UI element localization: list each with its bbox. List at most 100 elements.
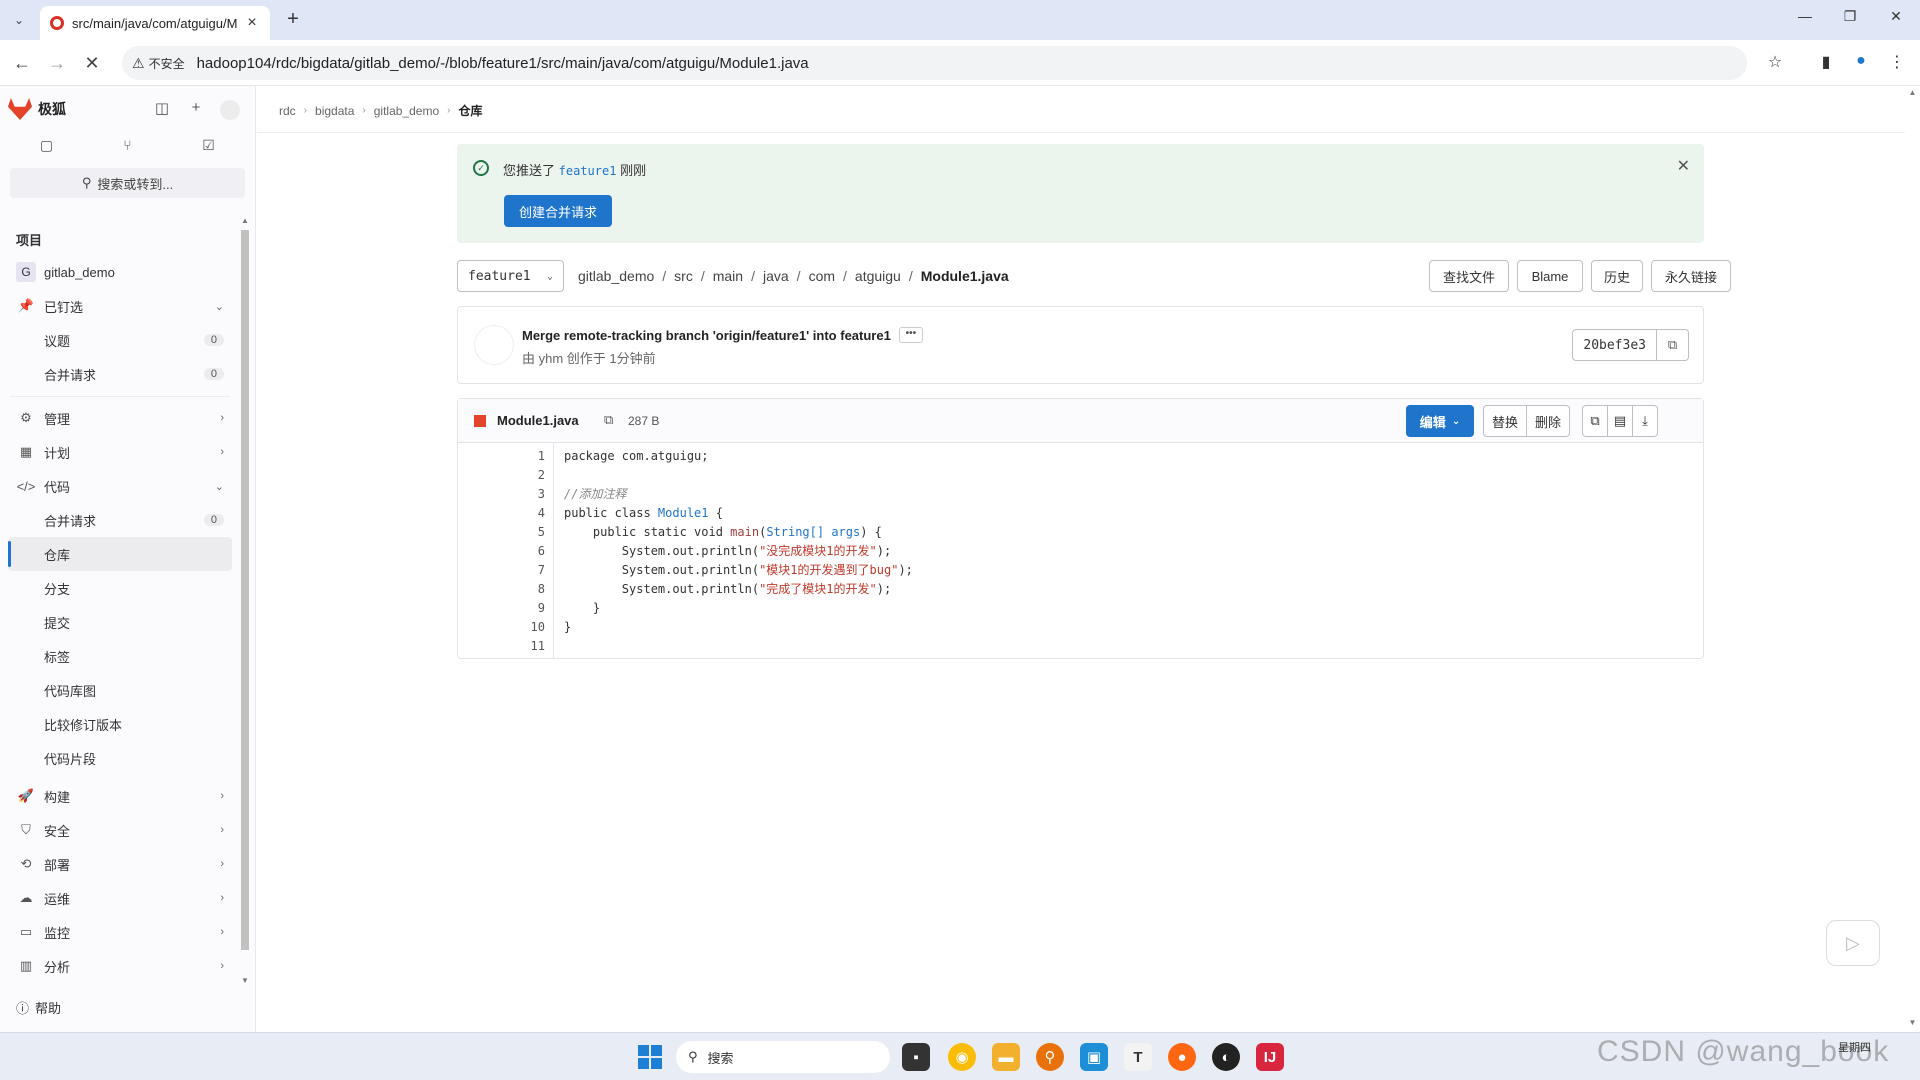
ellipsis-icon[interactable]: ••• bbox=[898, 327, 923, 343]
close-icon[interactable]: ✕ bbox=[1677, 156, 1690, 176]
create-merge-request-button[interactable]: 创建合并请求 bbox=[504, 195, 612, 227]
page-scrollbar[interactable]: ▲ ▼ bbox=[1905, 86, 1920, 1032]
sidebar-item-pinned-merge-requests[interactable]: 合并请求 0 bbox=[0, 357, 240, 391]
sidebar-item-plan[interactable]: ▦ 计划 › bbox=[0, 435, 240, 469]
sidebar-item-snippets[interactable]: 代码片段 bbox=[0, 741, 240, 775]
scroll-up-icon[interactable]: ▲ bbox=[240, 216, 250, 225]
alert-branch-link[interactable]: feature1 bbox=[559, 164, 617, 178]
tab-search-chevron-icon[interactable]: ⌄ bbox=[8, 9, 30, 31]
delete-button[interactable]: 删除 bbox=[1526, 405, 1570, 437]
line-number[interactable]: 11 bbox=[458, 637, 553, 656]
forward-icon[interactable]: → bbox=[45, 51, 69, 75]
brand-logo[interactable]: 极狐 bbox=[8, 98, 66, 120]
tab-close-icon[interactable]: × bbox=[244, 14, 260, 32]
sidebar-item-code[interactable]: </> 代码 ⌄ bbox=[0, 469, 240, 503]
sidebar-item-build[interactable]: 🚀 构建 › bbox=[0, 779, 240, 813]
sidebar-item-merge-requests[interactable]: 合并请求 0 bbox=[0, 503, 240, 537]
history-button[interactable]: 历史 bbox=[1591, 260, 1643, 292]
restore-icon[interactable]: ❐ bbox=[1830, 8, 1870, 32]
remote-desktop-icon[interactable]: ▣ bbox=[1080, 1043, 1108, 1071]
file-explorer-icon[interactable]: ▬ bbox=[992, 1043, 1020, 1071]
sidebar-item-monitor[interactable]: ▭ 监控 › bbox=[0, 915, 240, 949]
scroll-up-icon[interactable]: ▲ bbox=[1905, 88, 1920, 97]
permalink-button[interactable]: 永久链接 bbox=[1651, 260, 1731, 292]
minimize-icon[interactable]: — bbox=[1785, 8, 1825, 32]
sidebar-item-branches[interactable]: 分支 bbox=[0, 571, 240, 605]
line-number[interactable]: 1 bbox=[458, 447, 553, 466]
line-number[interactable]: 6 bbox=[458, 542, 553, 561]
open-raw-icon[interactable]: ▤ bbox=[1607, 405, 1633, 437]
taskbar-search[interactable]: ⚲ 搜索 bbox=[676, 1041, 890, 1073]
windows-start-icon[interactable] bbox=[638, 1045, 662, 1069]
sidebar-item-secure[interactable]: ⛉ 安全 › bbox=[0, 813, 240, 847]
new-tab-icon[interactable]: + bbox=[282, 9, 304, 31]
line-number[interactable]: 10 bbox=[458, 618, 553, 637]
commit-title-link[interactable]: Merge remote-tracking branch 'origin/fea… bbox=[522, 328, 891, 343]
user-avatar[interactable] bbox=[220, 100, 240, 120]
stop-loading-icon[interactable]: ✕ bbox=[80, 51, 104, 75]
find-file-button[interactable]: 查找文件 bbox=[1429, 260, 1509, 292]
blame-button[interactable]: Blame bbox=[1517, 260, 1583, 292]
path-segment[interactable]: src bbox=[674, 268, 693, 284]
line-number[interactable]: 9 bbox=[458, 599, 553, 618]
profile-icon[interactable]: ● bbox=[1850, 52, 1872, 74]
window-close-icon[interactable]: ✕ bbox=[1876, 8, 1916, 32]
path-segment[interactable]: atguigu bbox=[855, 268, 901, 284]
collapse-sidebar-icon[interactable]: ◫ bbox=[152, 99, 172, 119]
browser-tab[interactable]: src/main/java/com/atguigu/M × bbox=[40, 6, 270, 40]
edit-button[interactable]: 编辑 ⌄ bbox=[1406, 405, 1474, 437]
browser-menu-icon[interactable]: ⋮ bbox=[1886, 52, 1908, 74]
url-text[interactable]: hadoop104/rdc/bigdata/gitlab_demo/-/blob… bbox=[197, 55, 809, 72]
scroll-down-icon[interactable]: ▼ bbox=[1905, 1018, 1920, 1027]
search-app-icon[interactable]: ⚲ bbox=[1036, 1043, 1064, 1071]
intellij-icon[interactable]: IJ bbox=[1256, 1043, 1284, 1071]
replace-button[interactable]: 替换 bbox=[1483, 405, 1527, 437]
bookmark-star-icon[interactable]: ☆ bbox=[1764, 52, 1786, 74]
path-segment[interactable]: java bbox=[763, 268, 789, 284]
sidebar-item-project[interactable]: G gitlab_demo bbox=[0, 255, 240, 289]
copy-sha-icon[interactable]: ⧉ bbox=[1657, 329, 1689, 361]
sidebar-search[interactable]: ⚲ 搜索或转到... bbox=[10, 168, 245, 198]
typora-icon[interactable]: T bbox=[1124, 1043, 1152, 1071]
sidebar-item-compare-revisions[interactable]: 比较修订版本 bbox=[0, 707, 240, 741]
path-segment[interactable]: com bbox=[809, 268, 835, 284]
path-segment[interactable]: main bbox=[713, 268, 743, 284]
download-icon[interactable]: ⤓ bbox=[1632, 405, 1658, 437]
issues-icon[interactable]: ▢ bbox=[8, 130, 85, 160]
help-link[interactable]: ⓘ 帮助 bbox=[16, 998, 61, 1017]
sidebar-item-pinned[interactable]: 📌 已钉选 ⌄ bbox=[0, 289, 240, 323]
task-view-icon[interactable]: ▪ bbox=[902, 1043, 930, 1071]
sidebar-item-repository[interactable]: 仓库 bbox=[8, 537, 232, 571]
sidebar-scrollbar[interactable]: ▲ ▼ bbox=[240, 216, 250, 986]
breadcrumb-item[interactable]: bigdata bbox=[315, 104, 354, 118]
breadcrumb-current[interactable]: 仓库 bbox=[458, 102, 482, 119]
security-indicator[interactable]: ⚠ 不安全 bbox=[132, 55, 185, 72]
line-number[interactable]: 7 bbox=[458, 561, 553, 580]
sidebar-item-manage[interactable]: ⚙ 管理 › bbox=[0, 401, 240, 435]
scroll-down-icon[interactable]: ▼ bbox=[240, 976, 250, 985]
path-segment[interactable]: gitlab_demo bbox=[578, 268, 654, 284]
line-number[interactable]: 2 bbox=[458, 466, 553, 485]
line-number[interactable]: 3 bbox=[458, 485, 553, 504]
back-icon[interactable]: ← bbox=[10, 51, 34, 75]
sidebar-item-repository-graph[interactable]: 代码库图 bbox=[0, 673, 240, 707]
copy-path-icon[interactable]: ⧉ bbox=[604, 412, 613, 428]
chrome-icon[interactable]: ◉ bbox=[948, 1043, 976, 1071]
copy-contents-icon[interactable]: ⧉ bbox=[1582, 405, 1608, 437]
sidebar-item-tags[interactable]: 标签 bbox=[0, 639, 240, 673]
line-number[interactable]: 5 bbox=[458, 523, 553, 542]
breadcrumb-item[interactable]: gitlab_demo bbox=[374, 104, 439, 118]
side-panel-icon[interactable]: ▮ bbox=[1815, 52, 1837, 74]
line-number[interactable]: 8 bbox=[458, 580, 553, 599]
avatar[interactable] bbox=[474, 325, 514, 365]
play-icon[interactable]: ▷ bbox=[1826, 920, 1880, 966]
commit-sha[interactable]: 20bef3e3 bbox=[1572, 329, 1657, 361]
line-number[interactable]: 4 bbox=[458, 504, 553, 523]
branch-selector[interactable]: feature1 ⌄ bbox=[457, 260, 564, 292]
system-clock[interactable]: 星期四 bbox=[1838, 1041, 1871, 1056]
sidebar-scroll-thumb[interactable] bbox=[241, 230, 249, 950]
sidebar-item-commits[interactable]: 提交 bbox=[0, 605, 240, 639]
sidebar-item-deploy[interactable]: ⟲ 部署 › bbox=[0, 847, 240, 881]
sidebar-item-issues[interactable]: 议题 0 bbox=[0, 323, 240, 357]
merge-requests-icon[interactable]: ⑂ bbox=[89, 130, 166, 160]
